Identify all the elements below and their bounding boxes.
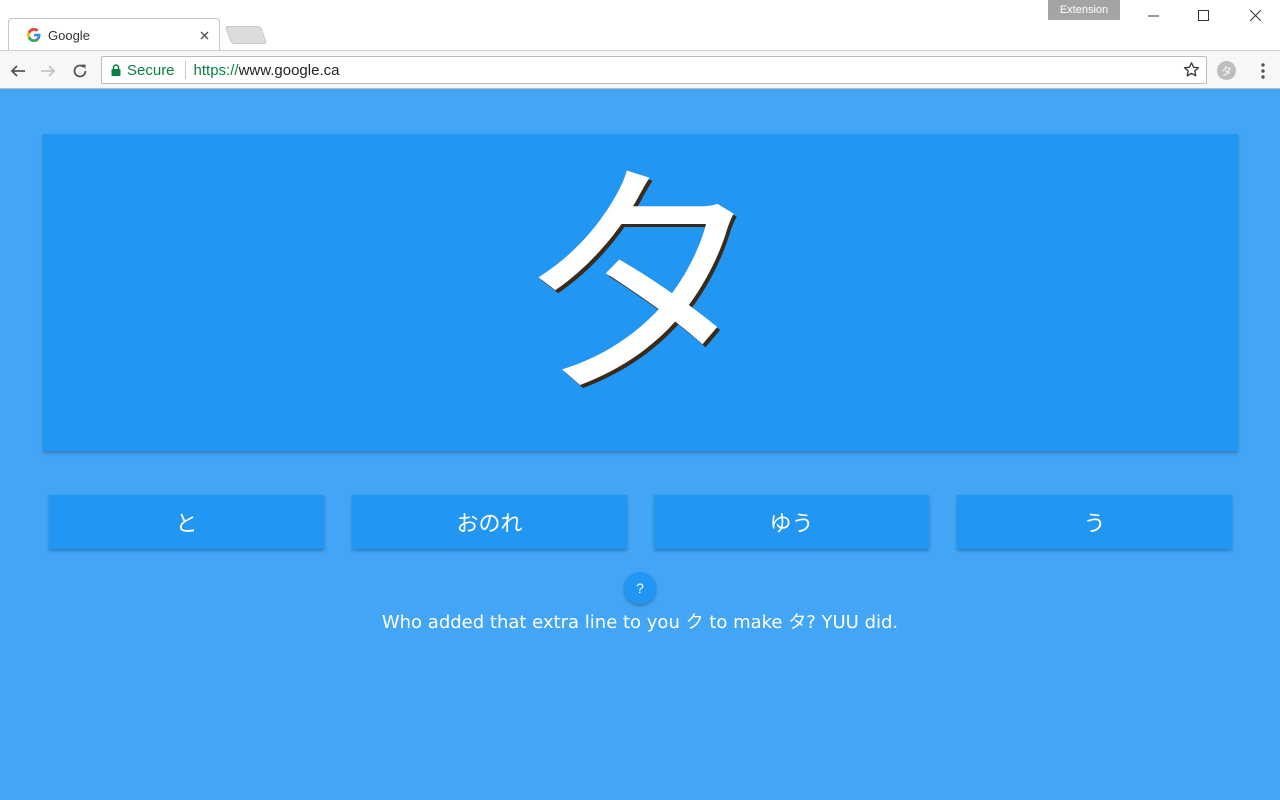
omnibox-divider xyxy=(184,61,186,79)
answer-button-2[interactable]: おのれ xyxy=(352,495,627,549)
reload-icon[interactable] xyxy=(68,59,92,83)
back-arrow-icon[interactable] xyxy=(6,59,30,83)
tab-title: Google xyxy=(48,27,90,43)
lock-icon xyxy=(111,64,121,76)
new-tab-button[interactable] xyxy=(224,26,268,44)
window-maximize-icon[interactable] xyxy=(1180,0,1226,30)
answer-button-3[interactable]: ゆう xyxy=(654,495,929,549)
url-host: www.google.ca xyxy=(238,61,340,79)
hint-text: Who added that extra line to you ク to ma… xyxy=(381,612,899,633)
kebab-menu-icon[interactable] xyxy=(1252,59,1274,83)
extension-kana-icon[interactable]: タ xyxy=(1217,61,1236,80)
bookmark-star-icon[interactable] xyxy=(1183,61,1200,83)
tab-close-icon[interactable] xyxy=(197,28,211,42)
google-g-icon xyxy=(27,27,41,42)
browser-tabstrip: Google Extension xyxy=(0,0,1280,50)
window-minimize-icon[interactable] xyxy=(1130,0,1176,30)
extension-badge: Extension xyxy=(1048,0,1120,20)
hint-button[interactable]: ? xyxy=(624,572,656,604)
secure-label: Secure xyxy=(127,61,175,79)
forward-arrow-icon[interactable] xyxy=(36,59,60,83)
address-bar[interactable]: Secure https://www.google.ca xyxy=(101,56,1207,84)
url-text: https://www.google.ca xyxy=(194,62,340,79)
question-kana: タ xyxy=(515,141,766,433)
answer-button-1[interactable]: と xyxy=(49,495,324,549)
quiz-page: タ と おのれ ゆう う ? Who added that extra line… xyxy=(0,90,1280,800)
url-scheme: https:// xyxy=(193,61,239,79)
browser-toolbar: Secure https://www.google.ca タ xyxy=(0,50,1280,89)
kana-card: タ xyxy=(43,134,1238,451)
browser-tab[interactable]: Google xyxy=(8,18,220,50)
answer-button-4[interactable]: う xyxy=(957,495,1232,549)
window-close-icon[interactable] xyxy=(1232,0,1278,30)
